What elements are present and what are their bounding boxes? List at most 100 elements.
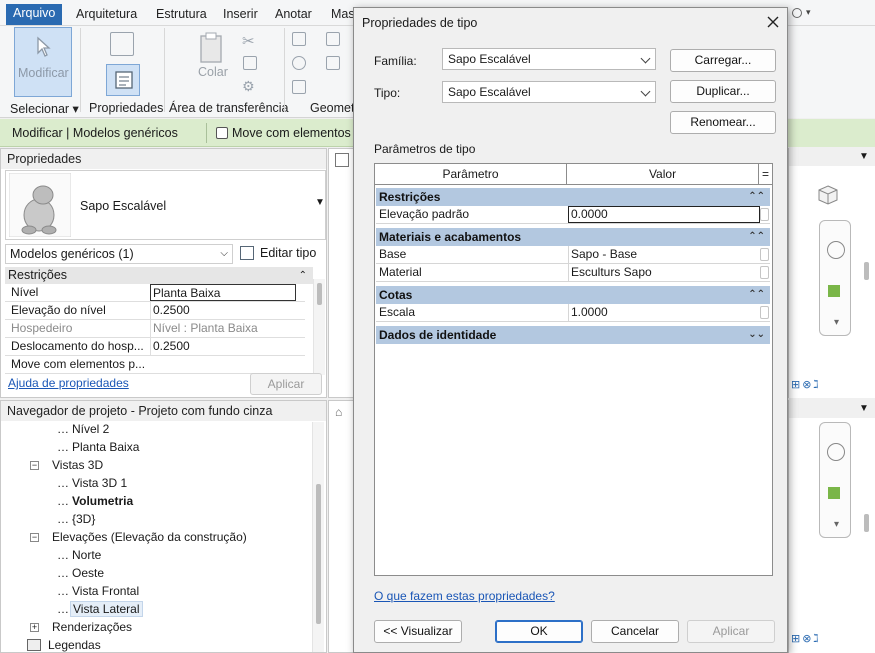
geometry-paint-icon[interactable] [326,56,340,70]
geometry-join-icon[interactable] [292,80,306,94]
tab-estrutura[interactable]: Estrutura [149,5,214,25]
geometry-cope-icon[interactable] [292,32,306,46]
type-properties-icon[interactable] [110,32,134,56]
tree-item[interactable]: Legendas [48,638,101,652]
apply-button[interactable]: Aplicar [250,373,322,395]
section-dados-identidade[interactable]: Dados de identidade ⌄⌄ [376,326,770,344]
tab-arquitetura[interactable]: Arquitetura [69,5,144,25]
view-scrollbar[interactable] [861,418,873,638]
tree-item[interactable]: Nível 2 [72,422,109,436]
view-3d-area[interactable]: ▼ ▾ ⊞⊗ℷ [788,148,875,398]
scrollbar-thumb[interactable] [864,262,869,280]
properties-section-restricoes[interactable]: Restrições ⌃ [5,267,313,284]
expand-toggle-icon[interactable]: + [30,623,39,632]
paste-icon[interactable] [196,32,228,64]
home-icon[interactable]: ⌂ [335,405,342,419]
tab-arquivo[interactable]: Arquivo [6,4,63,25]
move-with-elements-checkbox[interactable] [216,127,228,139]
geometry-split-icon[interactable] [326,32,340,46]
column-header-formula[interactable]: = [759,164,772,185]
view-control-bar-icons[interactable]: ⊞⊗ℷ [791,378,821,391]
section-materiais[interactable]: Materiais e acabamentos ⌃⌃ [376,228,770,246]
tree-item[interactable]: Vista 3D 1 [72,476,127,490]
select-panel-label[interactable]: Selecionar ▾ [10,101,79,116]
help-link[interactable]: O que fazem estas propriedades? [374,589,555,603]
tree-item-active[interactable]: Volumetria [72,494,133,508]
property-value[interactable]: Planta Baixa [150,284,296,301]
tree-item[interactable]: {3D} [72,512,95,526]
properties-scrollbar[interactable] [313,279,325,375]
chevron-down-icon[interactable]: ▾ [834,519,839,530]
collapse-toggle-icon[interactable]: − [30,533,39,542]
view-control-bar-icons[interactable]: ⊞⊗ℷ [791,632,821,645]
tree-item[interactable]: Norte [72,548,101,562]
tab-inserir[interactable]: Inserir [216,5,265,25]
view-tab-icon[interactable] [335,153,349,167]
steering-wheel-icon[interactable] [827,241,845,259]
load-button[interactable]: Carregar... [670,49,776,72]
parameter-value[interactable]: Sapo - Base [568,246,760,263]
parameter-value-input[interactable]: 0.0000 [568,206,760,223]
tree-item-selected[interactable]: Vista Lateral [70,601,143,617]
duplicate-button[interactable]: Duplicar... [670,80,776,103]
tree-item[interactable]: Elevações (Elevação da construção) [52,530,247,544]
viewcube-icon[interactable] [817,184,839,206]
parameter-row[interactable]: Material Esculturs Sapo [376,264,770,282]
parameter-value[interactable]: 1.0000 [568,304,760,321]
scrollbar-thumb[interactable] [316,484,321,624]
scrollbar-thumb[interactable] [317,283,322,305]
family-dropdown[interactable]: Sapo Escalável [442,48,656,70]
tree-item[interactable]: Oeste [72,566,104,580]
collapse-toggle-icon[interactable]: − [30,461,39,470]
section-cotas[interactable]: Cotas ⌃⌃ [376,286,770,304]
properties-button[interactable] [106,64,140,96]
column-header-parameter[interactable]: Parâmetro [375,164,567,185]
property-value[interactable]: 0.2500 [150,302,296,319]
preview-button[interactable]: << Visualizar [374,620,462,643]
help-circle-icon[interactable] [792,8,802,18]
view-menu-icon[interactable]: ▼ [859,151,869,162]
property-row[interactable]: Nível Planta Baixa [5,284,305,302]
geometry-cut-icon[interactable] [292,56,306,70]
property-row[interactable]: Elevação do nível 0.2500 [5,302,305,320]
view-scrollbar[interactable] [861,166,873,386]
cut-icon[interactable]: ✂ [242,32,255,50]
tree-item[interactable]: Vista Frontal [72,584,139,598]
zoom-region-icon[interactable] [828,285,840,297]
parameter-row[interactable]: Elevação padrão 0.0000 [376,206,770,224]
tree-item[interactable]: Vistas 3D [52,458,103,472]
ok-button[interactable]: OK [495,620,583,643]
property-row[interactable]: Deslocamento do hosp... 0.2500 [5,338,305,356]
tree-item[interactable]: Renderizações [52,620,132,634]
column-header-value[interactable]: Valor [567,164,759,185]
property-row[interactable]: Move com elementos p... [5,356,305,374]
match-type-icon[interactable]: ⚙ [242,78,255,95]
modify-button[interactable]: Modificar [14,27,72,97]
type-selector[interactable]: Sapo Escalável ▼ [5,170,326,240]
zoom-region-icon[interactable] [828,487,840,499]
rename-button[interactable]: Renomear... [670,111,776,134]
parameter-value[interactable]: Esculturs Sapo [568,264,760,281]
tree-item[interactable]: Planta Baixa [72,440,139,454]
parameter-row[interactable]: Base Sapo - Base [376,246,770,264]
tab-anotar[interactable]: Anotar [268,5,319,25]
steering-wheel-2d-icon[interactable] [827,443,845,461]
chevron-down-icon[interactable]: ▾ [834,317,839,328]
formula-cell[interactable] [760,248,769,261]
formula-cell[interactable] [760,208,769,221]
close-icon[interactable] [767,16,779,28]
view-menu-icon[interactable]: ▼ [859,403,869,414]
element-filter-dropdown[interactable]: Modelos genéricos (1) ⌵ [5,244,233,264]
apply-button[interactable]: Aplicar [687,620,775,643]
properties-help-link[interactable]: Ajuda de propriedades [8,376,129,390]
parameter-row[interactable]: Escala 1.0000 [376,304,770,322]
section-restricoes[interactable]: Restrições ⌃⌃ [376,188,770,206]
type-dropdown[interactable]: Sapo Escalável [442,81,656,103]
formula-cell[interactable] [760,306,769,319]
browser-scrollbar[interactable] [312,422,324,652]
property-value[interactable]: 0.2500 [150,338,296,355]
copy-icon[interactable] [243,56,257,70]
edit-type-button[interactable]: Editar tipo [240,244,324,264]
view-2d-area[interactable]: ▼ ▾ ⊞⊗ℷ [788,400,875,653]
chevron-down-icon[interactable]: ▾ [806,7,811,18]
